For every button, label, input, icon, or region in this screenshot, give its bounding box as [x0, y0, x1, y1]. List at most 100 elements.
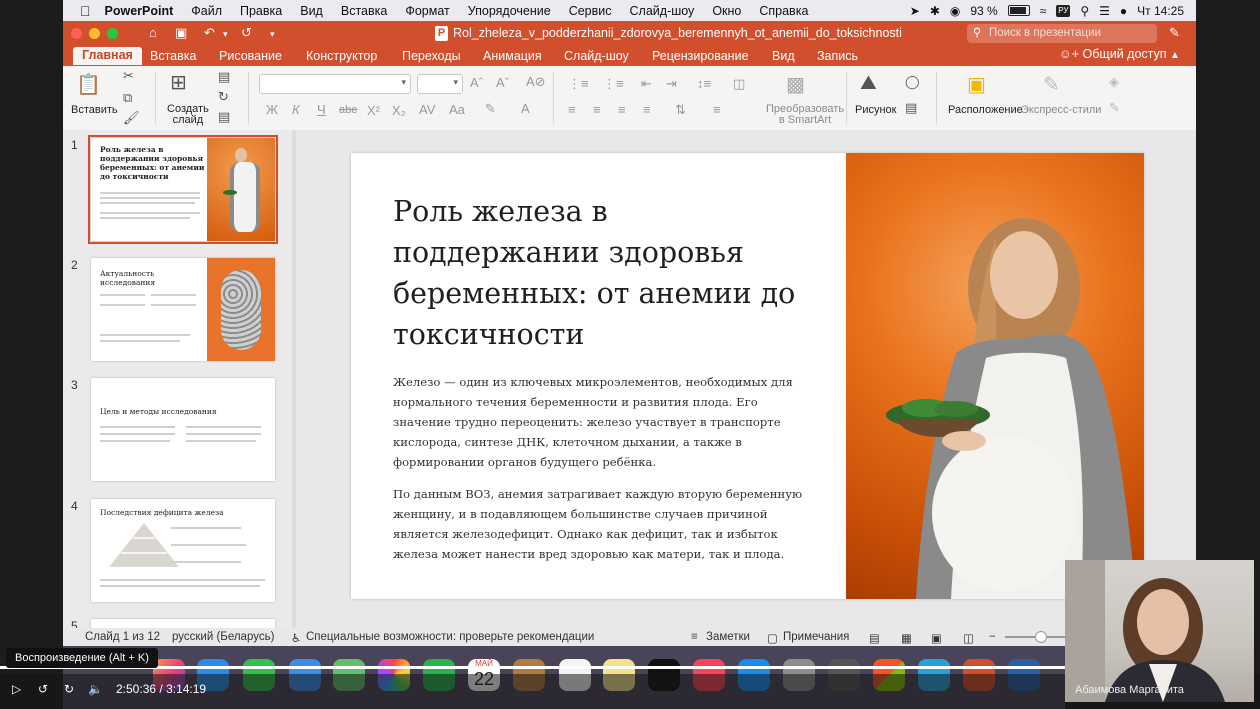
subscript-button[interactable]: X₂ — [392, 103, 406, 118]
increase-font-icon[interactable]: Aˆ — [470, 75, 483, 90]
battery-icon[interactable] — [1007, 5, 1030, 16]
picture-button-label[interactable]: Рисунок — [855, 104, 897, 116]
font-size-select[interactable]: ▾ — [417, 74, 463, 94]
reading-view-icon[interactable]: ▣ — [931, 631, 942, 645]
copy-icon[interactable]: ⧉ — [123, 90, 132, 106]
menubar-clock[interactable]: Чт 14:25 — [1137, 4, 1184, 18]
slide-thumbnail-3[interactable]: Цель и методы исследования — [91, 378, 275, 481]
window-minimize-button[interactable] — [89, 28, 100, 39]
menu-item-insert[interactable]: Вставка — [341, 4, 387, 18]
strikethrough-button[interactable]: abe — [339, 104, 357, 116]
cut-icon[interactable]: ✂ — [123, 68, 134, 84]
save-icon[interactable]: ▣ — [175, 25, 187, 41]
paste-button-label[interactable]: Вставить — [71, 104, 118, 116]
align-center-icon[interactable]: ≡ — [593, 102, 601, 117]
wifi-icon[interactable]: ≈ — [1040, 4, 1047, 18]
tab-review[interactable]: Рецензирование — [652, 49, 749, 63]
picture-icon[interactable]: ⛰ — [860, 72, 877, 95]
menu-item-view[interactable]: Вид — [300, 4, 323, 18]
text-direction-icon[interactable]: ⇅ — [675, 102, 686, 118]
play-icon[interactable]: ▷ — [12, 682, 21, 696]
forward-10-icon[interactable]: ↻ — [64, 682, 74, 696]
slide-paragraph-2[interactable]: По данным ВОЗ, анемия затрагивает каждую… — [393, 484, 808, 564]
align-right-icon[interactable]: ≡ — [618, 102, 626, 117]
line-spacing-icon[interactable]: ↕≡ — [697, 76, 711, 91]
quick-styles-icon[interactable]: ✎ — [1043, 72, 1060, 97]
menu-app-name[interactable]: PowerPoint — [105, 4, 174, 18]
slideshow-view-icon[interactable]: ◫ — [963, 631, 974, 645]
slide-thumbnail-pane[interactable]: 1 Роль железа в поддержании здоровья бер… — [63, 130, 292, 628]
justify-icon[interactable]: ≡ — [643, 102, 651, 117]
bluetooth-icon[interactable]: ✱ — [930, 4, 940, 18]
convert-smartart-button[interactable]: Преобразовать в SmartArt — [766, 104, 844, 126]
accessibility-status[interactable]: Специальные возможности: проверьте реком… — [306, 631, 594, 643]
tab-design[interactable]: Конструктор — [306, 49, 377, 63]
highlight-icon[interactable]: ✎ — [485, 101, 496, 117]
rewind-10-icon[interactable]: ↺ — [38, 682, 48, 696]
apple-icon[interactable]:  — [80, 3, 91, 19]
comments-button[interactable]: Примечания — [783, 631, 849, 643]
arrange-button-label[interactable]: Расположение — [948, 104, 1023, 116]
shape-outline-icon[interactable]: ✎ — [1109, 100, 1120, 116]
shape-fill-icon[interactable]: ◈ — [1109, 74, 1119, 90]
clear-formatting-icon[interactable]: A⊘ — [526, 74, 546, 90]
tab-insert[interactable]: Вставка — [150, 49, 196, 63]
decrease-indent-icon[interactable]: ⇤ — [641, 76, 652, 92]
font-name-select[interactable]: ▾ — [259, 74, 411, 94]
change-case-icon[interactable]: Aa — [449, 102, 465, 117]
normal-view-icon[interactable]: ▤ — [869, 631, 880, 645]
volume-icon[interactable]: 🔈 — [88, 682, 103, 696]
tab-draw[interactable]: Рисование — [219, 49, 282, 63]
tab-view[interactable]: Вид — [772, 49, 795, 63]
arrange-icon[interactable]: ▣ — [967, 72, 986, 97]
align-left-icon[interactable]: ≡ — [568, 102, 576, 117]
menu-item-format[interactable]: Формат — [405, 4, 449, 18]
notes-button[interactable]: Заметки — [706, 631, 750, 643]
current-slide[interactable]: Роль железа в поддержании здоровья берем… — [351, 153, 1144, 599]
window-close-button[interactable] — [71, 28, 82, 39]
tab-record[interactable]: Запись — [817, 49, 858, 63]
new-slide-icon[interactable]: ⊞ — [170, 70, 187, 95]
font-color-icon[interactable]: A — [521, 101, 530, 116]
menu-item-tools[interactable]: Сервис — [569, 4, 612, 18]
tab-slideshow[interactable]: Слайд-шоу — [564, 49, 629, 63]
control-center-icon[interactable]: ☰ — [1099, 4, 1110, 18]
tab-animation[interactable]: Анимация — [483, 49, 542, 63]
character-spacing-icon[interactable]: AV — [419, 102, 435, 117]
navigation-icon[interactable]: ➤ — [910, 4, 920, 18]
menu-item-arrange[interactable]: Упорядочение — [468, 4, 551, 18]
menu-item-file[interactable]: Файл — [191, 4, 222, 18]
smartart-icon[interactable]: ▩ — [786, 72, 805, 97]
siri-icon[interactable]: ● — [1120, 4, 1127, 18]
accessibility-icon[interactable]: ♿ — [291, 631, 301, 645]
language-indicator[interactable]: русский (Беларусь) — [172, 631, 274, 643]
keyboard-layout-indicator[interactable]: РУ — [1056, 4, 1071, 17]
menu-item-help[interactable]: Справка — [759, 4, 808, 18]
customize-toolbar-chevron-icon[interactable]: ▾ — [270, 29, 275, 40]
menu-item-slideshow[interactable]: Слайд-шоу — [630, 4, 695, 18]
notes-icon[interactable]: ≡ — [691, 631, 698, 643]
airplay-icon[interactable]: ◉ — [950, 4, 960, 18]
bullets-icon[interactable]: ⋮≡ — [568, 76, 589, 92]
decrease-font-icon[interactable]: Aˇ — [496, 75, 509, 90]
slide-thumbnail-4[interactable]: Последствия дефицита железа — [91, 499, 275, 602]
comments-icon[interactable]: ▢ — [767, 631, 778, 645]
underline-button[interactable]: Ч — [317, 102, 326, 117]
slide-paragraph-1[interactable]: Железо — один из ключевых микроэлементов… — [393, 372, 808, 472]
reset-icon[interactable]: ↻ — [218, 89, 229, 105]
new-slide-button[interactable]: Создать слайд — [167, 104, 209, 126]
share-button[interactable]: ☺+ Общий доступ — [1059, 47, 1167, 61]
columns-icon[interactable]: ◫ — [733, 76, 745, 92]
zoom-slider-thumb[interactable] — [1035, 631, 1047, 643]
italic-button[interactable]: К — [292, 102, 300, 117]
slide-sorter-icon[interactable]: ▦ — [901, 631, 912, 645]
paste-clipboard-icon[interactable]: 📋 — [76, 72, 101, 97]
numbering-icon[interactable]: ⋮≡ — [603, 76, 624, 92]
increase-indent-icon[interactable]: ⇥ — [666, 76, 677, 92]
align-text-icon[interactable]: ≡ — [713, 102, 721, 117]
zoom-out-icon[interactable]: − — [989, 631, 996, 643]
tab-transitions[interactable]: Переходы — [402, 49, 461, 63]
feedback-icon[interactable]: ✎ — [1169, 25, 1180, 41]
undo-dropdown-chevron-icon[interactable]: ▾ — [223, 29, 228, 40]
search-presentation-input[interactable]: ⚲ Поиск в презентации — [967, 24, 1157, 43]
